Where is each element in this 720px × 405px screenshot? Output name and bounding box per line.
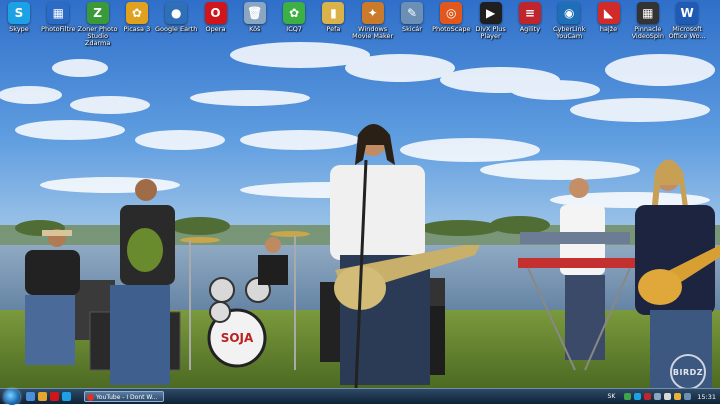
paint-icon: ✎ [401, 2, 423, 24]
opera-quicklaunch-icon[interactable] [50, 392, 59, 401]
tray-update-icon[interactable] [684, 393, 692, 400]
photofiltre-icon: ▦ [47, 2, 70, 24]
taskbar-clock[interactable]: 15:31 [697, 393, 716, 401]
recycle-bin-icon: 🗑 [243, 2, 266, 24]
opera-icon: O [204, 2, 227, 24]
desktop-shortcut-movie-maker[interactable]: ✦ Windows Movie Maker [351, 2, 395, 40]
movie-maker-icon: ✦ [361, 2, 384, 24]
skype-icon: S [8, 2, 30, 24]
tray-volume-icon[interactable] [664, 393, 672, 400]
desktop-shortcut-divx[interactable]: ▶ DivX Plus Player [469, 2, 513, 40]
videospin-icon: ▦ [636, 2, 659, 24]
system-tray: SK 15:31 [608, 389, 720, 404]
picasa-icon: ✿ [125, 2, 148, 24]
agility-icon: ≡ [518, 2, 541, 24]
band-photo: SOJA [0, 0, 720, 388]
skype-quicklaunch-icon[interactable] [62, 392, 71, 401]
explorer-icon[interactable] [38, 392, 47, 401]
tray-icq-icon[interactable] [624, 393, 632, 400]
photoscape-icon: ◎ [440, 2, 463, 24]
show-desktop-icon[interactable] [26, 392, 35, 401]
desktop-shortcut-youcam[interactable]: ◉ CyberLink YouCam [547, 2, 591, 40]
start-button[interactable] [4, 389, 20, 405]
desktop-shortcut-label: Microsoft Office Wo... [668, 25, 706, 40]
desktop-icons: S Skype ▦ PhotoFiltre Z Zoner Photo Studio Zd… [0, 0, 720, 50]
google-earth-icon: ● [165, 2, 188, 24]
zoner-icon: Z [86, 2, 109, 24]
language-indicator[interactable]: SK [608, 393, 616, 400]
taskbar: YouTube - I Dont W... SK 15:31 [0, 388, 720, 405]
taskbar-item-youtube[interactable]: YouTube - I Dont W... [84, 391, 164, 402]
tray-agility-icon[interactable] [644, 393, 652, 400]
bass-drum-text: SOJA [221, 331, 254, 345]
desktop-shortcut-zoner[interactable]: Z Zoner Photo Studio Zdarma [76, 2, 120, 47]
divx-icon: ▶ [479, 2, 502, 24]
desktop-wallpaper: SOJA [0, 0, 720, 388]
taskbar-item-label: YouTube - I Dont W... [96, 394, 158, 401]
icq-icon: ✿ [283, 2, 306, 24]
word-icon: W [676, 2, 699, 24]
desktop-shortcut-word[interactable]: W Microsoft Office Wo... [665, 2, 709, 40]
tray-skype-icon[interactable] [634, 393, 642, 400]
youtube-icon [87, 394, 94, 401]
pefa-icon: ▮ [322, 2, 345, 24]
watermark-logo: BIRDZ [670, 354, 706, 390]
hajze-icon: ◣ [597, 2, 620, 24]
youcam-icon: ◉ [558, 2, 581, 24]
tray-network-icon[interactable] [654, 393, 662, 400]
tray-battery-icon[interactable] [674, 393, 682, 400]
